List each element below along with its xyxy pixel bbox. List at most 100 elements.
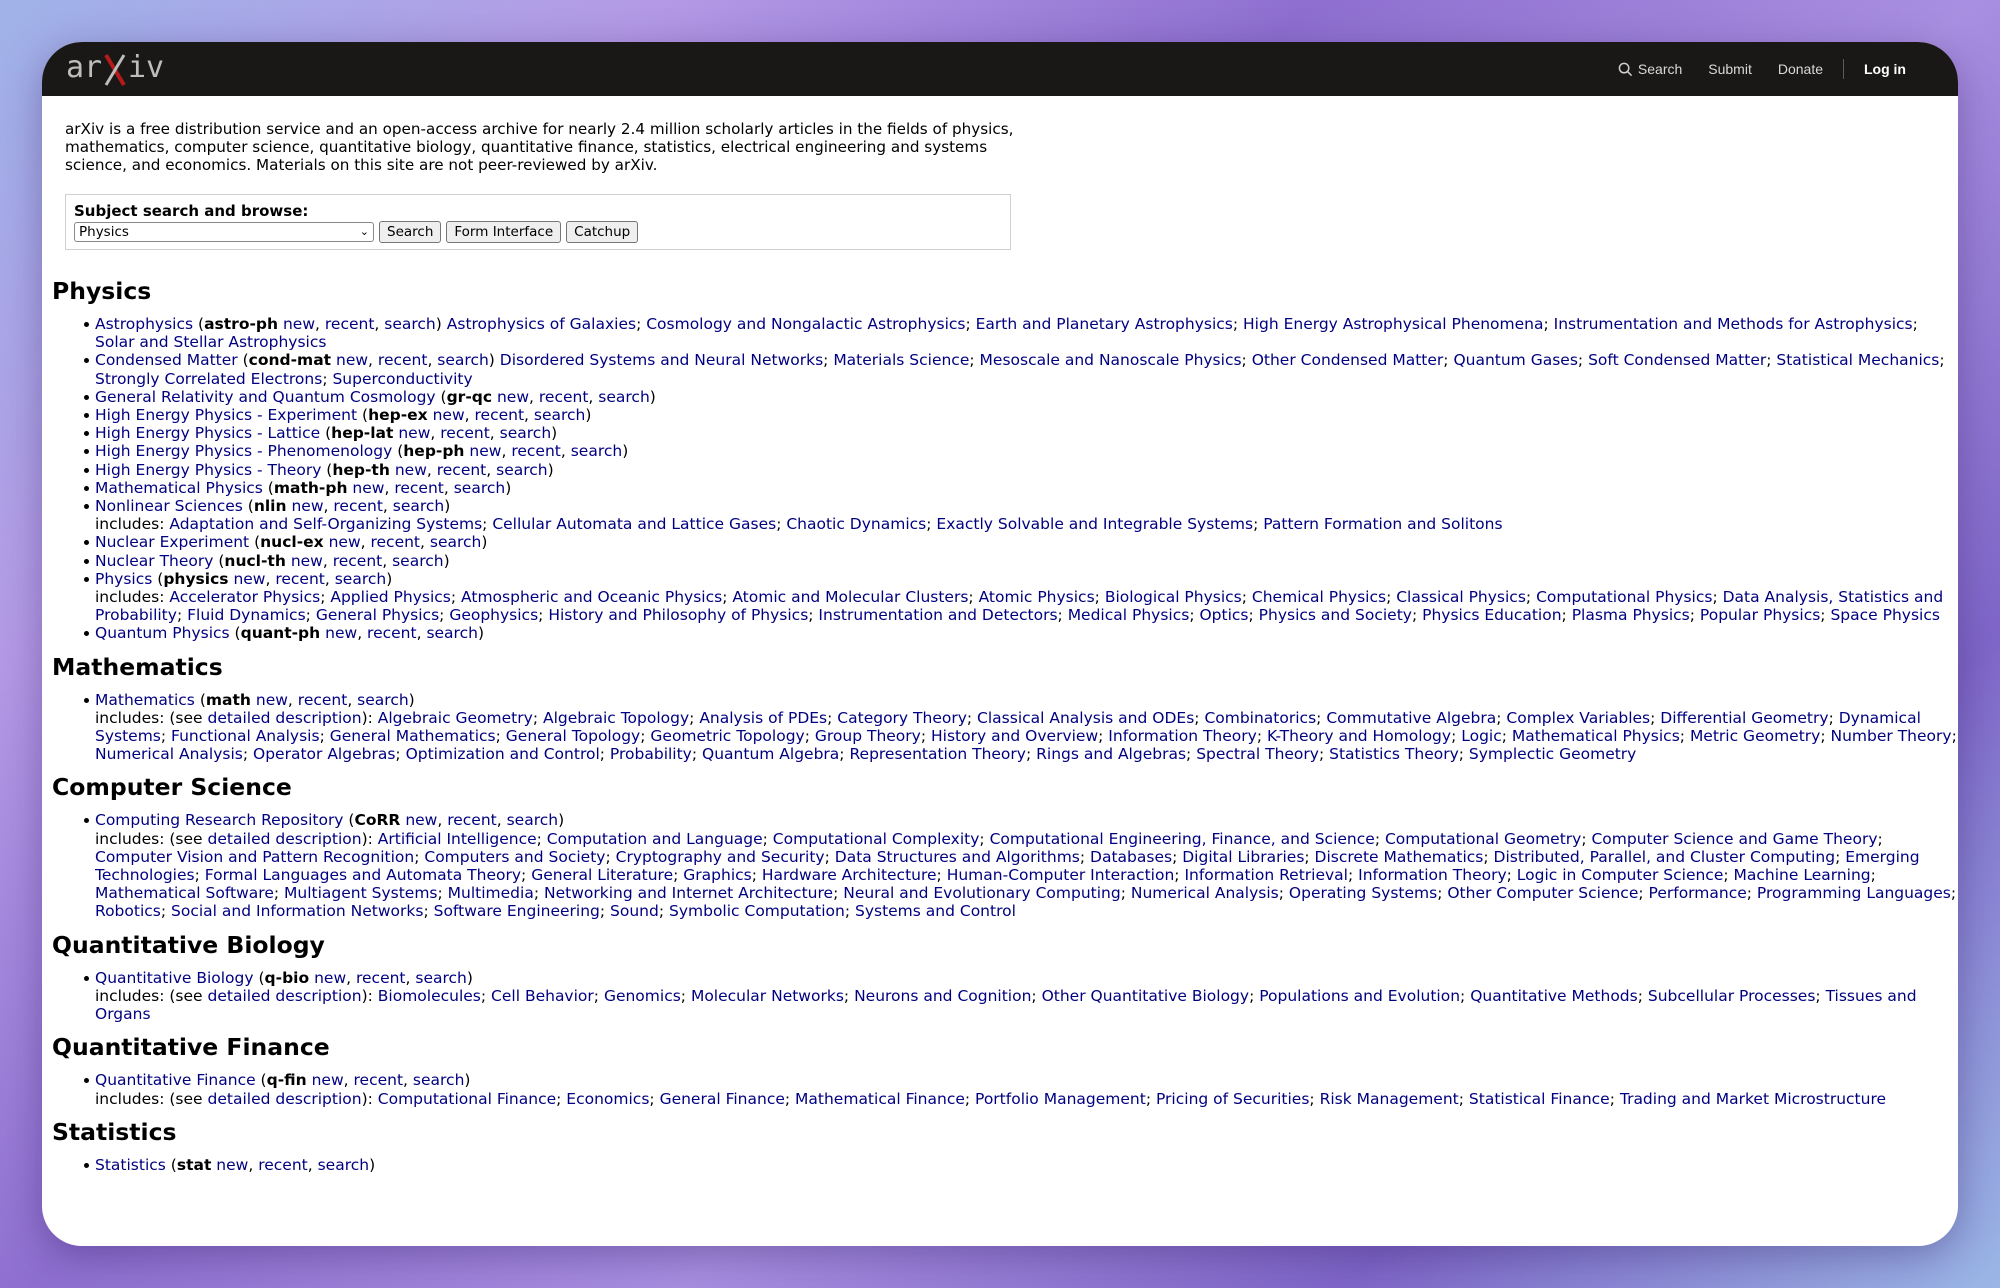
subcategory-link[interactable]: Commutative Algebra xyxy=(1326,709,1496,727)
subcategory-link[interactable]: K-Theory and Homology xyxy=(1267,727,1451,745)
search-link[interactable]: search xyxy=(454,479,506,497)
subcategory-link[interactable]: Operator Algebras xyxy=(253,745,395,763)
subcategory-link[interactable]: Popular Physics xyxy=(1700,606,1820,624)
subcategory-link[interactable]: Discrete Mathematics xyxy=(1315,848,1484,866)
recent-link[interactable]: recent xyxy=(378,351,428,369)
search-link[interactable]: search xyxy=(598,388,650,406)
subcategory-link[interactable]: Strongly Correlated Electrons xyxy=(95,370,322,388)
archive-link[interactable]: High Energy Physics - Phenomenology xyxy=(95,442,392,460)
subcategory-link[interactable]: Cell Behavior xyxy=(491,987,594,1005)
new-link[interactable]: new xyxy=(352,479,384,497)
subcategory-link[interactable]: Quantitative Methods xyxy=(1470,987,1638,1005)
subcategory-link[interactable]: Category Theory xyxy=(837,709,967,727)
search-link[interactable]: search xyxy=(335,570,387,588)
subject-select[interactable]: Physics ⌄ xyxy=(74,222,374,242)
subcategory-link[interactable]: Complex Variables xyxy=(1506,709,1650,727)
archive-link[interactable]: Computing Research Repository xyxy=(95,811,343,829)
subcategory-link[interactable]: Computers and Society xyxy=(424,848,605,866)
new-link[interactable]: new xyxy=(256,691,288,709)
search-link[interactable]: search xyxy=(318,1156,370,1174)
recent-link[interactable]: recent xyxy=(440,424,490,442)
subcategory-link[interactable]: Exactly Solvable and Integrable Systems xyxy=(936,515,1253,533)
subcategory-link[interactable]: Computational Geometry xyxy=(1385,830,1581,848)
subcategory-link[interactable]: Algebraic Geometry xyxy=(378,709,533,727)
archive-link[interactable]: High Energy Physics - Theory xyxy=(95,461,321,479)
subcategory-link[interactable]: Performance xyxy=(1649,884,1747,902)
new-link[interactable]: new xyxy=(233,570,265,588)
subcategory-link[interactable]: Mathematical Software xyxy=(95,884,274,902)
recent-link[interactable]: recent xyxy=(275,570,325,588)
subcategory-link[interactable]: Robotics xyxy=(95,902,161,920)
new-link[interactable]: new xyxy=(216,1156,248,1174)
subcategory-link[interactable]: Information Retrieval xyxy=(1184,866,1348,884)
search-button[interactable]: Search xyxy=(379,221,442,243)
subcategory-link[interactable]: Computational Complexity xyxy=(773,830,980,848)
subcategory-link[interactable]: Quantum Algebra xyxy=(702,745,839,763)
subcategory-link[interactable]: Numerical Analysis xyxy=(95,745,243,763)
subcategory-link[interactable]: Soft Condensed Matter xyxy=(1588,351,1766,369)
subcategory-link[interactable]: Geophysics xyxy=(449,606,538,624)
subcategory-link[interactable]: Trading and Market Microstructure xyxy=(1620,1090,1886,1108)
detailed-description-link[interactable]: detailed description xyxy=(208,709,362,727)
subcategory-link[interactable]: Computer Science and Game Theory xyxy=(1591,830,1877,848)
detailed-description-link[interactable]: detailed description xyxy=(208,1090,362,1108)
subcategory-link[interactable]: Graphics xyxy=(683,866,751,884)
subcategory-link[interactable]: Disordered Systems and Neural Networks xyxy=(500,351,823,369)
subcategory-link[interactable]: Mesoscale and Nanoscale Physics xyxy=(980,351,1242,369)
subcategory-link[interactable]: Mathematical Physics xyxy=(1512,727,1680,745)
subcategory-link[interactable]: Representation Theory xyxy=(849,745,1026,763)
subcategory-link[interactable]: Computational Finance xyxy=(378,1090,556,1108)
subcategory-link[interactable]: Genomics xyxy=(604,987,681,1005)
subcategory-link[interactable]: Physics Education xyxy=(1422,606,1561,624)
subcategory-link[interactable]: General Physics xyxy=(316,606,439,624)
subcategory-link[interactable]: Systems and Control xyxy=(855,902,1016,920)
subcategory-link[interactable]: Statistics Theory xyxy=(1329,745,1459,763)
archive-link[interactable]: Nuclear Theory xyxy=(95,552,213,570)
subcategory-link[interactable]: Accelerator Physics xyxy=(169,588,320,606)
new-link[interactable]: new xyxy=(291,552,323,570)
subcategory-link[interactable]: Programming Languages xyxy=(1757,884,1951,902)
subcategory-link[interactable]: Populations and Evolution xyxy=(1259,987,1460,1005)
subcategory-link[interactable]: Cryptography and Security xyxy=(616,848,825,866)
new-link[interactable]: new xyxy=(497,388,529,406)
search-link[interactable]: search xyxy=(413,1071,465,1089)
archive-link[interactable]: Quantitative Biology xyxy=(95,969,254,987)
search-link[interactable]: search xyxy=(496,461,548,479)
archive-link[interactable]: Nuclear Experiment xyxy=(95,533,249,551)
subcategory-link[interactable]: General Literature xyxy=(531,866,673,884)
new-link[interactable]: new xyxy=(433,406,465,424)
recent-link[interactable]: recent xyxy=(333,552,383,570)
subcategory-link[interactable]: Computational Physics xyxy=(1536,588,1712,606)
subcategory-link[interactable]: Other Computer Science xyxy=(1447,884,1638,902)
detailed-description-link[interactable]: detailed description xyxy=(208,987,362,1005)
search-link[interactable]: search xyxy=(357,691,409,709)
subcategory-link[interactable]: Metric Geometry xyxy=(1690,727,1820,745)
subcategory-link[interactable]: Neural and Evolutionary Computing xyxy=(843,884,1121,902)
subcategory-link[interactable]: Sound xyxy=(610,902,659,920)
subcategory-link[interactable]: Logic xyxy=(1461,727,1502,745)
subcategory-link[interactable]: Medical Physics xyxy=(1068,606,1190,624)
subcategory-link[interactable]: Formal Languages and Automata Theory xyxy=(205,866,521,884)
subcategory-link[interactable]: Geometric Topology xyxy=(650,727,804,745)
subcategory-link[interactable]: Applied Physics xyxy=(330,588,451,606)
subcategory-link[interactable]: Pattern Formation and Solitons xyxy=(1263,515,1502,533)
subcategory-link[interactable]: History and Philosophy of Physics xyxy=(548,606,808,624)
subcategory-link[interactable]: Databases xyxy=(1090,848,1172,866)
new-link[interactable]: new xyxy=(398,424,430,442)
recent-link[interactable]: recent xyxy=(325,315,375,333)
new-link[interactable]: new xyxy=(405,811,437,829)
recent-link[interactable]: recent xyxy=(367,624,417,642)
search-link[interactable]: search xyxy=(430,533,482,551)
subcategory-link[interactable]: Atomic Physics xyxy=(979,588,1095,606)
subcategory-link[interactable]: Data Structures and Algorithms xyxy=(835,848,1080,866)
subcategory-link[interactable]: Analysis of PDEs xyxy=(699,709,827,727)
subcategory-link[interactable]: Human-Computer Interaction xyxy=(947,866,1175,884)
nav-login[interactable]: Log in xyxy=(1864,61,1906,77)
subcategory-link[interactable]: Algebraic Topology xyxy=(543,709,689,727)
detailed-description-link[interactable]: detailed description xyxy=(208,830,362,848)
subcategory-link[interactable]: Mathematical Finance xyxy=(795,1090,965,1108)
form-interface-button[interactable]: Form Interface xyxy=(446,221,562,243)
subcategory-link[interactable]: Software Engineering xyxy=(434,902,600,920)
subcategory-link[interactable]: Quantum Gases xyxy=(1453,351,1577,369)
subcategory-link[interactable]: Neurons and Cognition xyxy=(854,987,1031,1005)
